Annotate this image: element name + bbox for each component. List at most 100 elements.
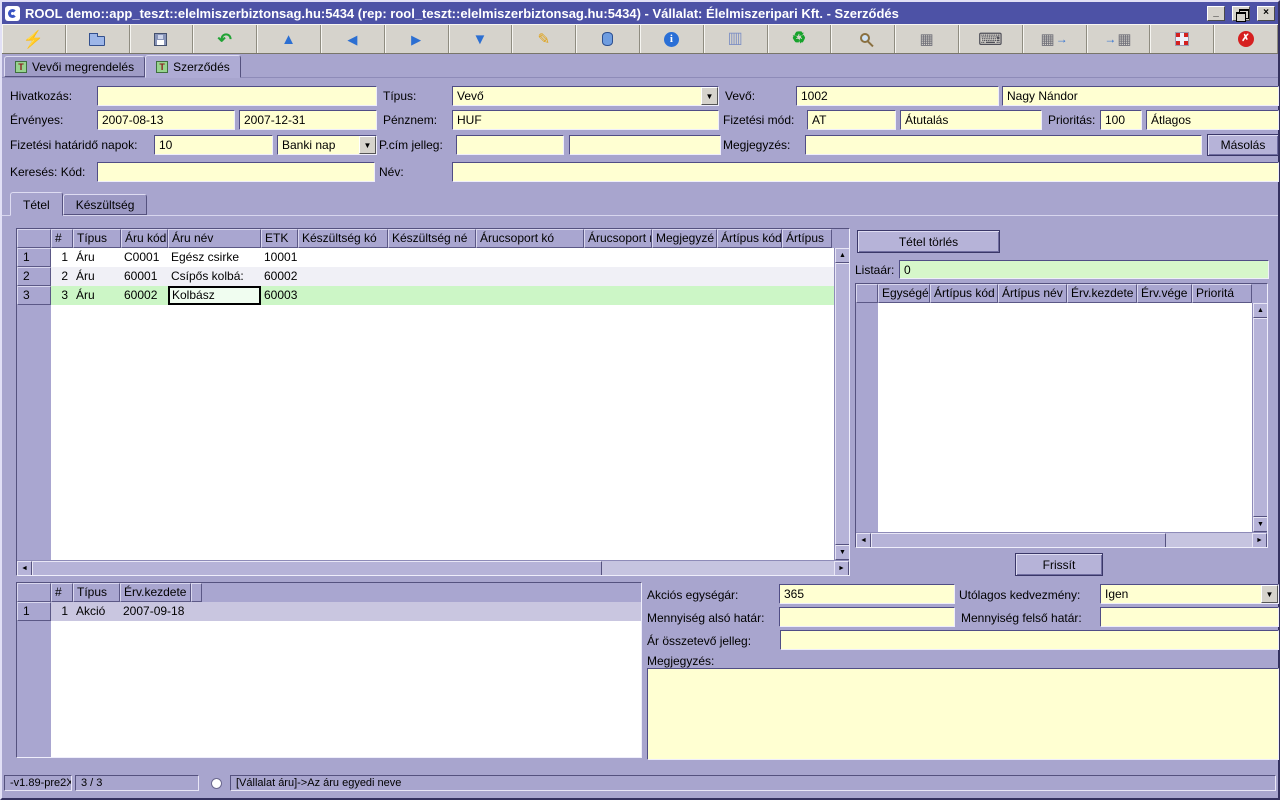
pcim-field-1[interactable] [456, 135, 564, 155]
save-button[interactable] [130, 25, 194, 53]
utolagos-kedvezmeny-dropdown[interactable]: Igen ▼ [1100, 584, 1279, 604]
tipus-dropdown[interactable]: Vevő ▼ [452, 86, 719, 106]
megjegyzes-textarea[interactable] [647, 668, 1279, 760]
scroll-up-icon[interactable]: ▲ [835, 248, 850, 263]
scrollbar-thumb[interactable] [1253, 318, 1268, 517]
frissit-button[interactable]: Frissít [1015, 553, 1103, 576]
kereses-kod-field[interactable] [97, 162, 375, 182]
col-header-num[interactable]: # [51, 229, 73, 248]
listaar-field[interactable] [899, 260, 1269, 279]
table-row[interactable]: 2 Áru 60001 Csípős kolbá: 60002 [51, 267, 834, 286]
table-row-selected[interactable]: 3 Áru 60002 Kolbász 60003 [51, 286, 834, 305]
import-table-button[interactable]: →▦ [1087, 25, 1151, 53]
mennyiseg-also-field[interactable] [779, 607, 955, 627]
scrollbar-thumb[interactable] [835, 263, 850, 545]
info-button[interactable]: i [640, 25, 704, 53]
scroll-up-icon[interactable]: ▲ [1253, 303, 1268, 318]
col-header-artipus[interactable]: Ártípus [782, 229, 832, 248]
chevron-down-icon[interactable]: ▼ [701, 87, 718, 105]
col-header-megjegyzes[interactable]: Megjegyzé [652, 229, 717, 248]
scroll-right-icon[interactable]: ► [1252, 533, 1267, 548]
col-header-blank[interactable] [191, 583, 202, 602]
first-record-button[interactable]: ▲ [257, 25, 321, 53]
close-button[interactable]: × [1257, 6, 1275, 21]
masolas-button[interactable]: Másolás [1207, 134, 1279, 156]
ervenyes-from-field[interactable] [97, 110, 235, 130]
kereses-nev-field[interactable] [452, 162, 1279, 182]
scroll-down-icon[interactable]: ▼ [835, 545, 850, 560]
mennyiseg-felso-field[interactable] [1100, 607, 1279, 627]
row-number[interactable]: 1 [17, 248, 51, 267]
price-grid-hscrollbar[interactable]: ◄ ► [856, 532, 1267, 547]
col-header-artipus-nev[interactable]: Ártípus név [998, 284, 1067, 303]
database-button[interactable] [576, 25, 640, 53]
scrollbar-track[interactable] [602, 561, 834, 575]
col-header-erv-vege[interactable]: Érv.vége [1137, 284, 1192, 303]
vevo-code-field[interactable] [796, 86, 999, 106]
table-row[interactable]: 1 Áru C0001 Egész csirke 10001 [51, 248, 834, 267]
col-header-arucsoport-nev[interactable]: Árucsoport né [584, 229, 652, 248]
ervenyes-to-field[interactable] [239, 110, 377, 130]
tetel-torles-button[interactable]: Tétel törlés [857, 230, 1000, 253]
tab-szerzodes[interactable]: T Szerződés [145, 55, 241, 78]
selection-button[interactable] [1150, 25, 1214, 53]
col-header-tipus[interactable]: Típus [73, 583, 120, 602]
tab-keszultseg[interactable]: Készültség [63, 194, 148, 215]
col-header-prioritas[interactable]: Prioritá [1192, 284, 1252, 303]
tab-tetel[interactable]: Tétel [10, 192, 63, 216]
items-grid-vscrollbar[interactable]: ▲ ▼ [834, 248, 849, 560]
row-number[interactable]: 1 [17, 602, 51, 621]
pcim-field-2[interactable] [569, 135, 721, 155]
ar-osszetevo-field[interactable] [780, 630, 1279, 650]
fizetesi-mod-code-field[interactable] [807, 110, 896, 130]
col-header-num[interactable]: # [51, 583, 73, 602]
col-header-aru-kod[interactable]: Áru kód [121, 229, 168, 248]
scrollbar-track[interactable] [1166, 533, 1252, 547]
active-edit-cell[interactable]: Kolbász [168, 286, 261, 305]
window-view-button[interactable]: ▥ [704, 25, 768, 53]
row-number[interactable]: 2 [17, 267, 51, 286]
scroll-left-icon[interactable]: ◄ [17, 561, 32, 576]
refresh-button[interactable]: ♻ [768, 25, 832, 53]
restore-button[interactable] [1232, 6, 1250, 21]
col-header-artipus-kod[interactable]: Ártípus kód [717, 229, 782, 248]
col-header-arucsoport-kod[interactable]: Árucsoport kó [476, 229, 584, 248]
minimize-button[interactable]: _ [1207, 6, 1225, 21]
scroll-right-icon[interactable]: ► [834, 561, 849, 576]
vevo-name-field[interactable] [1002, 86, 1279, 106]
col-header-keszultseg-nev[interactable]: Készültség né [388, 229, 476, 248]
price-grid-vscrollbar[interactable]: ▲ ▼ [1252, 303, 1267, 532]
prioritas-name-field[interactable] [1146, 110, 1279, 130]
scroll-down-icon[interactable]: ▼ [1253, 517, 1268, 532]
execute-button[interactable]: ⚡ [2, 25, 66, 53]
scrollbar-thumb[interactable] [871, 533, 1166, 548]
scroll-left-icon[interactable]: ◄ [856, 533, 871, 548]
search-button[interactable] [831, 25, 895, 53]
prioritas-value-field[interactable] [1100, 110, 1142, 130]
scrollbar-thumb[interactable] [32, 561, 602, 576]
col-header-etk[interactable]: ETK [261, 229, 298, 248]
penznem-field[interactable] [452, 110, 719, 130]
hivatkozas-field[interactable] [97, 86, 377, 106]
fizetesi-mod-name-field[interactable] [900, 110, 1042, 130]
megjegyzes-field[interactable] [805, 135, 1202, 155]
col-header-erv-kezdete[interactable]: Érv.kezdete [1067, 284, 1137, 303]
table-row[interactable]: 1 Akció 2007-09-18 [51, 602, 641, 621]
col-header-aru-nev[interactable]: Áru név [168, 229, 261, 248]
export-table-button[interactable]: ▦→ [1023, 25, 1087, 53]
col-header-artipus-kod[interactable]: Ártípus kód [930, 284, 998, 303]
col-header-egysegar[interactable]: Egységé [878, 284, 930, 303]
previous-record-button[interactable]: ◀ [321, 25, 385, 53]
exit-button[interactable]: ✗ [1214, 25, 1278, 53]
keyboard-input-button[interactable]: ⌨ [959, 25, 1023, 53]
edit-button[interactable]: ✎ [512, 25, 576, 53]
table-view-button[interactable]: ▦ [895, 25, 959, 53]
chevron-down-icon[interactable]: ▼ [359, 136, 376, 154]
col-header-keszultseg-kod[interactable]: Készültség kó [298, 229, 388, 248]
row-number[interactable]: 3 [17, 286, 51, 305]
undo-button[interactable]: ↶ [193, 25, 257, 53]
akcios-egysegar-field[interactable] [779, 584, 955, 604]
open-button[interactable] [66, 25, 130, 53]
next-record-button[interactable]: ▶ [385, 25, 449, 53]
last-record-button[interactable]: ▼ [449, 25, 513, 53]
